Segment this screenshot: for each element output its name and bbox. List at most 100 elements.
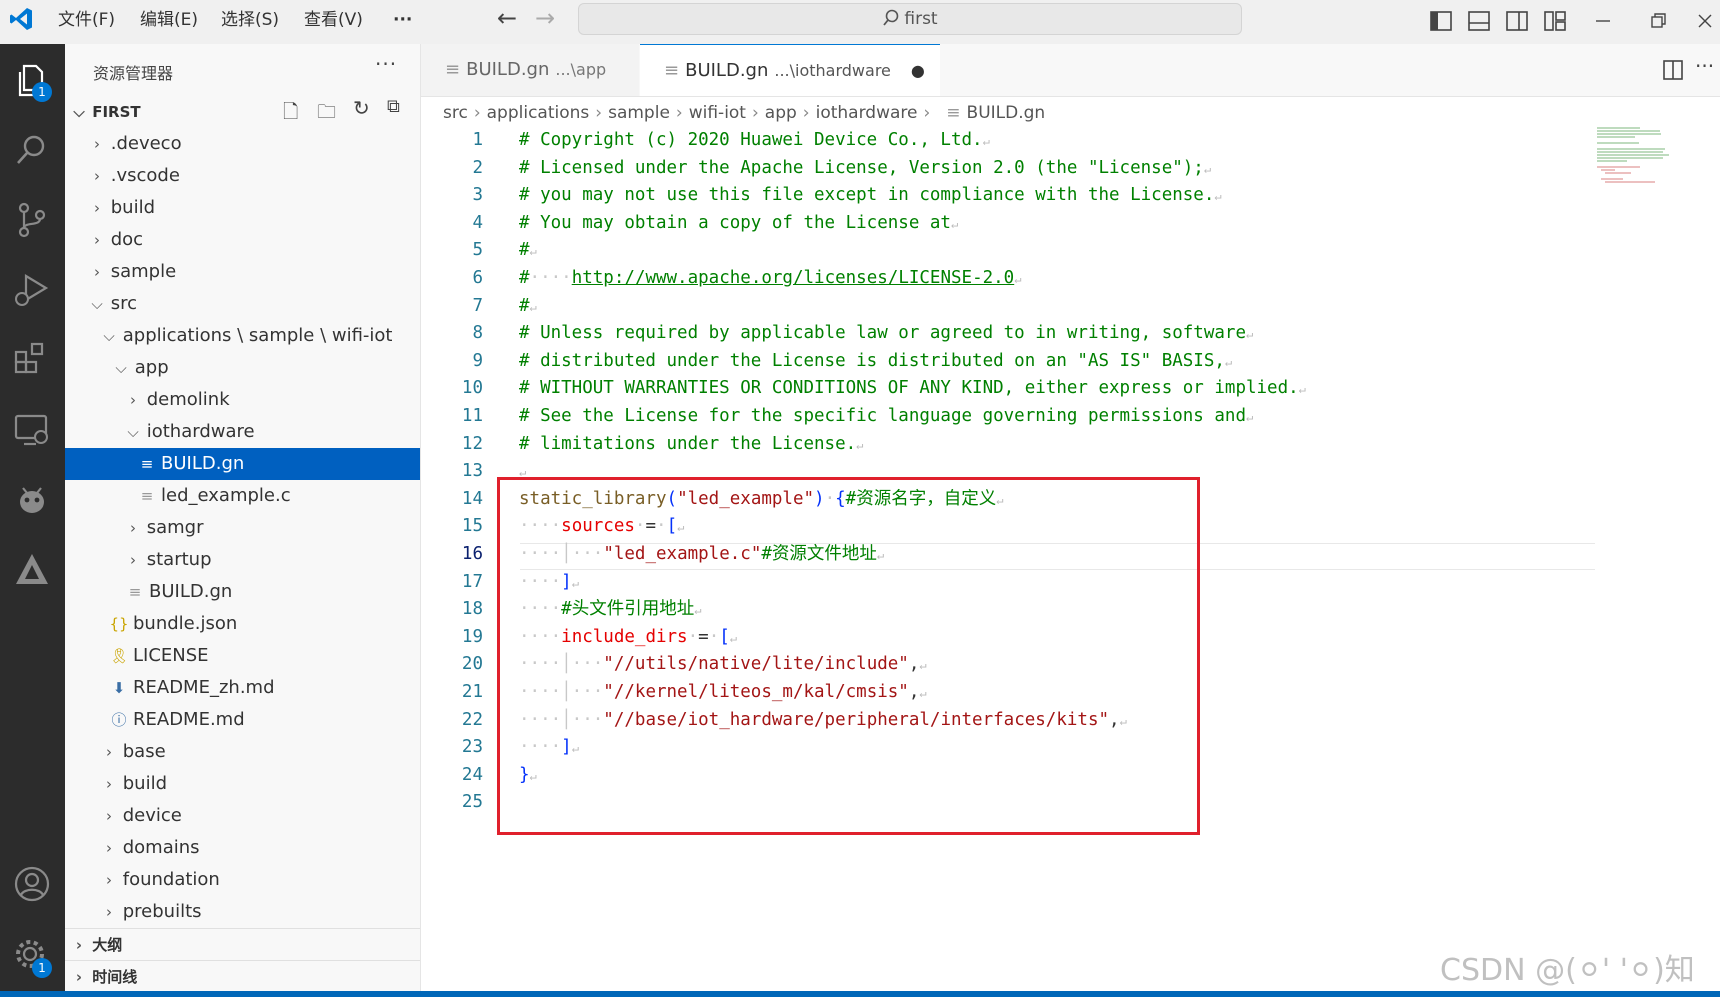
code-line: 23 ····]↵ bbox=[421, 734, 579, 762]
tree-item-startup[interactable]: › startup bbox=[65, 544, 420, 576]
tree-item-build-2[interactable]: › build bbox=[65, 768, 420, 800]
tree-item-deveco[interactable]: › .deveco bbox=[65, 128, 420, 160]
minimize-icon[interactable] bbox=[1590, 8, 1616, 34]
menu-file[interactable]: 文件(F) bbox=[58, 0, 115, 40]
editor-more-button[interactable]: ··· bbox=[1695, 54, 1714, 78]
tree-item-src[interactable]: ⌵ src bbox=[65, 288, 420, 320]
new-folder-icon[interactable]: 🗀 bbox=[317, 98, 336, 130]
menu-view[interactable]: 查看(V) bbox=[304, 0, 363, 40]
tab-app-build-gn[interactable]: ≡ BUILD.gn ...\app bbox=[421, 44, 639, 96]
command-search-box[interactable]: first bbox=[578, 3, 1242, 35]
toggle-primary-sidebar-icon[interactable] bbox=[1428, 8, 1454, 34]
explorer-badge: 1 bbox=[32, 82, 52, 102]
tree-item-app[interactable]: ⌵ app bbox=[65, 352, 420, 384]
menu-edit[interactable]: 编辑(E) bbox=[140, 0, 198, 40]
code-line: 8 # Unless required by applicable law or … bbox=[421, 320, 1253, 348]
breadcrumb-item[interactable]: wifi-iot bbox=[689, 103, 746, 123]
toggle-panel-icon[interactable] bbox=[1466, 8, 1492, 34]
remote-explorer-activity[interactable] bbox=[10, 408, 54, 452]
tree-item-bundle-json[interactable]: {} bundle.json bbox=[65, 608, 420, 640]
tree-item-app-build-gn[interactable]: ≡ BUILD.gn bbox=[65, 576, 420, 608]
line-number: 21 bbox=[461, 682, 483, 702]
search-activity[interactable] bbox=[10, 128, 54, 172]
menu-select[interactable]: 选择(S) bbox=[221, 0, 279, 40]
tree-item-foundation[interactable]: › foundation bbox=[65, 864, 420, 896]
extensions-activity[interactable] bbox=[10, 338, 54, 382]
code-text: # bbox=[519, 295, 530, 316]
breadcrumb-item[interactable]: src bbox=[443, 103, 468, 123]
code-text: # bbox=[519, 240, 530, 261]
breadcrumb-item[interactable]: app bbox=[765, 103, 797, 123]
chevron-right-icon: › bbox=[130, 391, 136, 409]
split-editor-icon[interactable] bbox=[1661, 58, 1685, 82]
line-number: 11 bbox=[461, 406, 483, 426]
chevron-right-icon: › bbox=[106, 743, 112, 761]
breadcrumb-item[interactable]: iothardware bbox=[816, 103, 918, 123]
tree-item-applications-sample-wifi-iot[interactable]: ⌵ applications \ sample \ wifi-iot bbox=[65, 320, 420, 352]
tree-item-vscode[interactable]: › .vscode bbox=[65, 160, 420, 192]
source-control-activity[interactable] bbox=[10, 198, 54, 242]
tree-item-base[interactable]: › base bbox=[65, 736, 420, 768]
tree-item-iothardware-build-gn[interactable]: ≡ BUILD.gn bbox=[65, 448, 420, 480]
tree-item-build[interactable]: › build bbox=[65, 192, 420, 224]
tree-label: bundle.json bbox=[133, 613, 238, 634]
breadcrumb-item[interactable]: applications bbox=[487, 103, 590, 123]
breadcrumb: src › applications › sample › wifi-iot › app › iot… bbox=[443, 98, 1045, 128]
minimap[interactable] bbox=[1595, 126, 1685, 186]
code-line: 1 # Copyright (c) 2020 Huawei Device Co.,… bbox=[421, 127, 989, 155]
tree-item-demolink[interactable]: › demolink bbox=[65, 384, 420, 416]
manage-activity[interactable]: 1 bbox=[10, 932, 54, 978]
tree-item-led-example-c[interactable]: ≡ led_example.c bbox=[65, 480, 420, 512]
tree-label: README_zh.md bbox=[133, 677, 275, 698]
tree-label: src bbox=[110, 293, 138, 314]
code-line: 4 # You may obtain a copy of the License … bbox=[421, 210, 958, 238]
deveco-activity[interactable] bbox=[10, 478, 54, 522]
run-debug-activity[interactable] bbox=[10, 268, 54, 312]
tree-item-sample[interactable]: › sample bbox=[65, 256, 420, 288]
tree-item-domains[interactable]: › domains bbox=[65, 832, 420, 864]
code-text: # Licensed under the Apache License, Ver… bbox=[519, 157, 1204, 178]
new-file-icon[interactable]: 🗋 bbox=[283, 98, 298, 130]
tree-item-license[interactable]: 🎗 LICENSE bbox=[65, 640, 420, 672]
tree-item-samgr[interactable]: › samgr bbox=[65, 512, 420, 544]
chevron-right-icon: › bbox=[473, 103, 481, 123]
customize-layout-icon[interactable] bbox=[1542, 8, 1568, 34]
sidebar-more-button[interactable]: ··· bbox=[375, 52, 397, 76]
line-number: 19 bbox=[461, 626, 483, 647]
tree-label: demolink bbox=[146, 389, 230, 410]
outline-section-header[interactable]: › 大纲 bbox=[65, 928, 420, 961]
line-number: 23 bbox=[461, 737, 483, 758]
code-text: # You may obtain a copy of the License a… bbox=[519, 212, 951, 233]
tree-label: foundation bbox=[122, 869, 220, 890]
collapse-all-icon[interactable]: ⧉ bbox=[387, 96, 400, 117]
back-arrow-icon[interactable]: ← bbox=[497, 4, 517, 32]
tree-item-readme[interactable]: ⓘ README.md bbox=[65, 704, 420, 736]
close-window-icon[interactable] bbox=[1692, 8, 1718, 34]
license-url-link[interactable]: http://www.apache.org/licenses/LICENSE-2… bbox=[572, 268, 1015, 288]
breadcrumb-item[interactable]: BUILD.gn bbox=[967, 103, 1046, 123]
menu-more[interactable]: ··· bbox=[393, 0, 412, 40]
toggle-secondary-sidebar-icon[interactable] bbox=[1504, 8, 1530, 34]
testing-activity[interactable] bbox=[10, 548, 54, 592]
tree-item-prebuilts[interactable]: › prebuilts bbox=[65, 896, 420, 928]
forward-arrow-icon[interactable]: → bbox=[535, 4, 555, 32]
accounts-activity[interactable] bbox=[10, 862, 54, 906]
tree-label: led_example.c bbox=[161, 485, 291, 506]
chevron-right-icon: › bbox=[802, 103, 810, 123]
tree-item-iothardware[interactable]: ⌵ iothardware bbox=[65, 416, 420, 448]
restore-icon[interactable] bbox=[1645, 8, 1671, 34]
tree-item-doc[interactable]: › doc bbox=[65, 224, 420, 256]
tree-item-device[interactable]: › device bbox=[65, 800, 420, 832]
explorer-activity[interactable]: 1 bbox=[10, 58, 54, 102]
chevron-down-icon: ⌵ bbox=[91, 295, 103, 313]
breadcrumb-item[interactable]: sample bbox=[608, 103, 670, 123]
chevron-right-icon: › bbox=[94, 199, 100, 217]
tab-iothardware-build-gn[interactable]: ≡ BUILD.gn ...\iothardware ● bbox=[640, 44, 940, 96]
tree-item-readme-zh[interactable]: ⬇ README_zh.md bbox=[65, 672, 420, 704]
refresh-icon[interactable]: ↻ bbox=[353, 96, 370, 120]
timeline-label: 时间线 bbox=[92, 968, 138, 986]
timeline-section-header[interactable]: › 时间线 bbox=[65, 960, 420, 993]
chevron-right-icon: › bbox=[923, 103, 931, 123]
line-number: 10 bbox=[461, 378, 483, 399]
unsaved-dot-icon[interactable]: ● bbox=[911, 61, 925, 80]
